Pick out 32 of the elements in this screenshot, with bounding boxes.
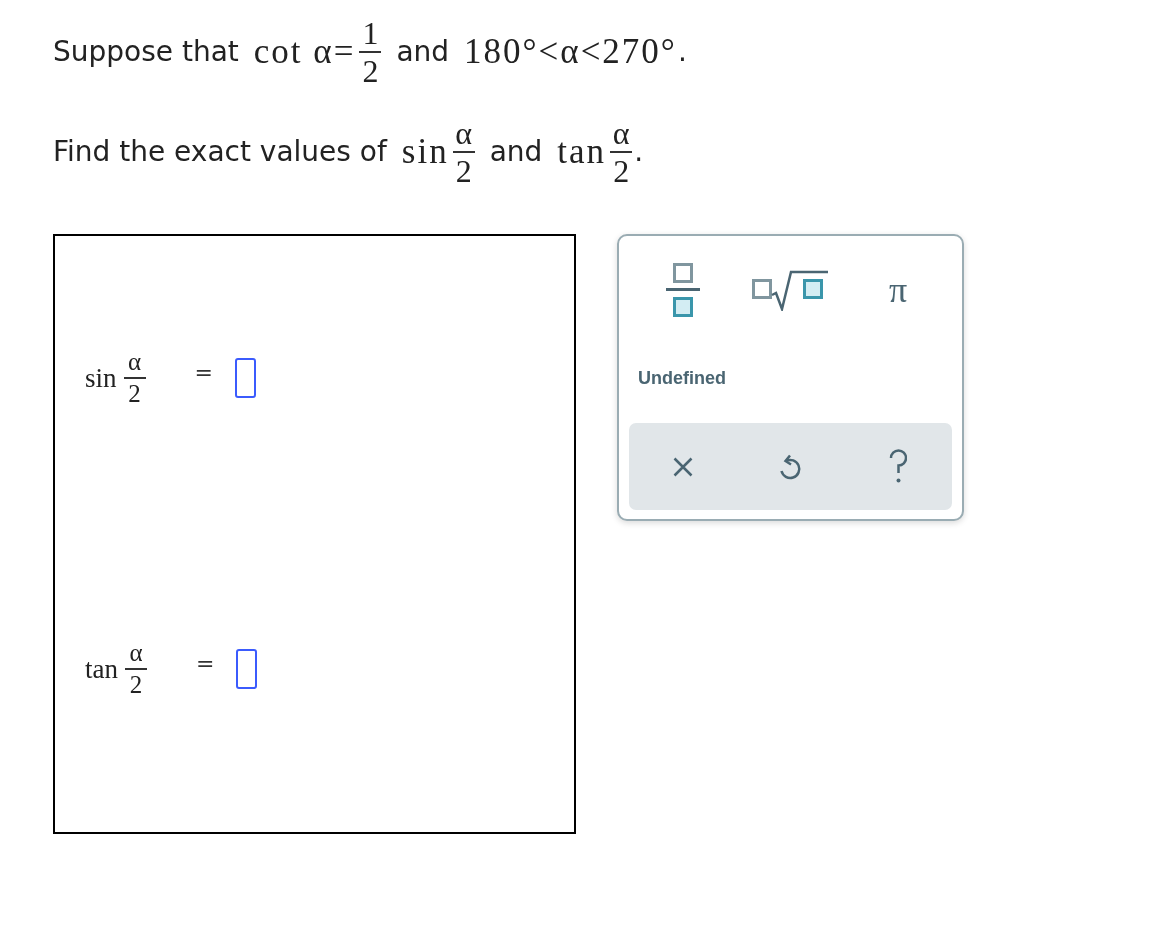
fraction-numerator: α: [455, 115, 473, 151]
fraction-numerator: 1: [362, 15, 379, 51]
problem-text: Find the exact values of: [53, 135, 387, 169]
fraction-numerator: α: [129, 638, 143, 668]
problem-text: and: [396, 35, 450, 69]
undefined-button[interactable]: Undefined: [629, 360, 735, 397]
function-name: tan: [85, 655, 118, 683]
pi-button[interactable]: π: [844, 248, 952, 332]
equals-sign: =: [194, 358, 213, 387]
fraction-denominator: 2: [129, 670, 143, 700]
math-expression: sin: [401, 132, 449, 172]
fraction-denominator: 2: [128, 379, 141, 409]
fraction-denominator: 2: [613, 153, 630, 189]
fraction-denominator: 2: [362, 53, 379, 89]
equals-sign: =: [196, 649, 215, 678]
math-expression: 180°<α<270°: [464, 32, 677, 72]
problem-text: and: [489, 135, 543, 169]
problem-text: Suppose that: [53, 35, 239, 69]
math-expression: tan: [557, 132, 607, 172]
period: .: [677, 35, 687, 69]
math-expression: cot α=: [253, 32, 356, 72]
fraction-numerator: α: [612, 115, 630, 151]
help-icon: [889, 449, 908, 484]
root-template-icon: [752, 269, 829, 311]
fraction-denominator: 2: [455, 153, 472, 189]
function-name: sin: [85, 364, 117, 392]
answer-input[interactable]: [234, 358, 256, 398]
fraction-template-icon: [664, 263, 701, 317]
answer-input[interactable]: [236, 649, 258, 689]
close-icon: [672, 456, 693, 477]
fraction-numerator: α: [127, 347, 142, 377]
period: .: [634, 135, 644, 169]
